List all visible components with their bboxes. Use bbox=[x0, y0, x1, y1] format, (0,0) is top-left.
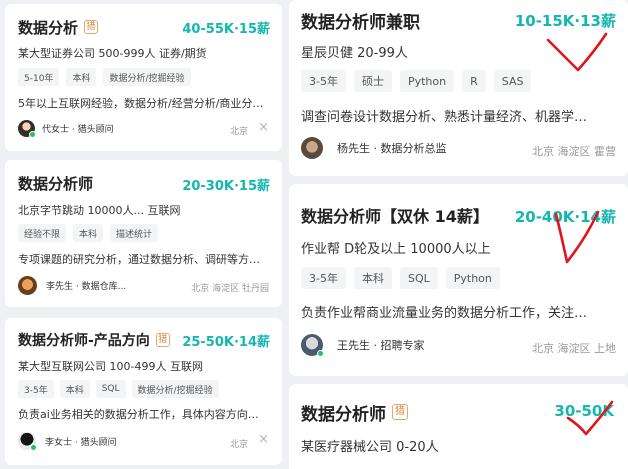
recruiter[interactable]: 代女士 · 猎头顾问 bbox=[18, 120, 114, 138]
company-info: 某大型互联网公司 100-499人 互联网 bbox=[18, 360, 203, 373]
job-title-row: 数据分析师-产品方向 猎 bbox=[18, 329, 170, 351]
recruiter-name: 李女士 · 猎头顾问 bbox=[45, 437, 117, 448]
recruiter-name: 杨先生 · 数据分析总监 bbox=[337, 142, 447, 155]
job-title: 数据分析师-产品方向 bbox=[18, 333, 150, 349]
job-tag: 3-5年 bbox=[18, 380, 54, 398]
job-title: 数据分析 bbox=[18, 18, 79, 37]
online-status-dot bbox=[29, 131, 36, 138]
job-tag: 5-10年 bbox=[18, 68, 60, 86]
job-tags: 经验不限 本科 描述统计 bbox=[18, 224, 159, 242]
job-tag: 数据分析/挖掘经验 bbox=[131, 380, 219, 398]
job-tags: 3-5年 本科 SQL 数据分析/挖掘经验 bbox=[18, 380, 219, 398]
salary: 25-50K·14薪 bbox=[182, 335, 270, 350]
company-info: 作业帮 D轮及以上 10000人以上 bbox=[301, 242, 491, 257]
avatar bbox=[18, 276, 37, 295]
job-title-row: 数据分析 猎 bbox=[18, 16, 99, 38]
job-location: 北京 海淀区 上地 bbox=[532, 342, 616, 355]
job-tag: R bbox=[462, 70, 486, 92]
job-location: 北京 bbox=[229, 127, 248, 137]
job-tag: 经验不限 bbox=[18, 224, 67, 242]
recruiter[interactable]: 李女士 · 猎头顾问 bbox=[18, 432, 117, 451]
job-tags: 3-5年 硕士 Python R SAS bbox=[301, 70, 532, 92]
salary: 20-30K·15薪 bbox=[182, 179, 270, 194]
job-description: 调查问卷设计数据分析、熟悉计量经济、机器学… bbox=[301, 110, 588, 125]
job-description: 负责ai业务相关的数据分析工作，具体内容方向… bbox=[18, 408, 259, 421]
job-tag: 3-5年 bbox=[301, 70, 346, 92]
job-tag: Python bbox=[445, 267, 500, 289]
salary: 20-40K·14薪 bbox=[514, 208, 616, 226]
job-tags: 3-5年 本科 SQL Python bbox=[301, 267, 500, 289]
avatar bbox=[18, 120, 36, 138]
avatar bbox=[18, 432, 37, 451]
recruiter-name: 代女士 · 猎头顾问 bbox=[42, 125, 114, 135]
job-tag: SQL bbox=[399, 267, 438, 289]
job-card[interactable]: 数据分析师-产品方向 猎 25-50K·14薪 某大型互联网公司 100-499… bbox=[5, 318, 282, 465]
job-card[interactable]: 数据分析师兼职 10-15K·13薪 星辰贝健 20-99人 3-5年 硕士 P… bbox=[289, 0, 628, 176]
company-info: 北京字节跳动 10000人... 互联网 bbox=[18, 204, 181, 217]
recruiter[interactable]: 杨先生 · 数据分析总监 bbox=[301, 137, 447, 159]
job-description: 5年以上互联网经验，数据分析/经营分析/商业分… bbox=[18, 97, 264, 110]
company-info: 星辰贝健 20-99人 bbox=[301, 46, 408, 61]
salary: 10-15K·13薪 bbox=[514, 12, 616, 30]
avatar bbox=[301, 137, 323, 159]
job-title: 数据分析师兼职 bbox=[301, 12, 420, 33]
job-tags: 5-10年 本科 数据分析/挖掘经验 bbox=[18, 68, 191, 86]
headhunter-badge: 猎 bbox=[155, 333, 170, 347]
recruiter-name: 李先生 · 数据仓库... bbox=[46, 282, 127, 292]
job-title: 数据分析师 bbox=[301, 404, 386, 425]
job-title: 数据分析师【双休 14薪】 bbox=[301, 207, 489, 226]
online-status-dot bbox=[317, 350, 324, 357]
salary: 30-50K bbox=[554, 402, 614, 420]
job-tag: 本科 bbox=[59, 380, 90, 398]
avatar bbox=[301, 334, 324, 357]
headhunter-badge: 猎 bbox=[84, 20, 99, 34]
job-location: 北京 海淀区 霍营 bbox=[532, 145, 616, 158]
job-title: 数据分析师 bbox=[18, 174, 94, 193]
company-info: 某大型证券公司 500-999人 证券/期货 bbox=[18, 47, 207, 60]
recruiter-name: 王先生 · 招聘专家 bbox=[337, 339, 425, 352]
job-card[interactable]: 数据分析师 20-30K·15薪 北京字节跳动 10000人... 互联网 经验… bbox=[5, 160, 282, 307]
salary: 40-55K·15薪 bbox=[182, 22, 270, 37]
job-card[interactable]: 数据分析师 猎 30-50K 某医疗器械公司 0-20人 bbox=[289, 384, 628, 469]
close-icon[interactable]: × bbox=[258, 120, 269, 135]
job-tag: 本科 bbox=[66, 68, 97, 86]
job-card[interactable]: 数据分析 猎 40-55K·15薪 某大型证券公司 500-999人 证券/期货… bbox=[5, 4, 282, 151]
recruiter[interactable]: 王先生 · 招聘专家 bbox=[301, 334, 425, 357]
online-status-dot bbox=[30, 444, 37, 451]
job-tag: 硕士 bbox=[353, 70, 392, 92]
job-title-row: 数据分析师 bbox=[18, 172, 93, 194]
close-icon[interactable]: × bbox=[258, 432, 269, 447]
job-title-row: 数据分析师 猎 bbox=[301, 400, 408, 425]
job-location: 北京 bbox=[229, 440, 248, 450]
job-tag: SAS bbox=[493, 70, 532, 92]
job-tag: 本科 bbox=[353, 267, 392, 289]
job-card[interactable]: 数据分析师【双休 14薪】 20-40K·14薪 作业帮 D轮及以上 10000… bbox=[289, 184, 628, 376]
job-tag: SQL bbox=[95, 380, 126, 398]
job-tag: 3-5年 bbox=[301, 267, 346, 289]
company-info: 某医疗器械公司 0-20人 bbox=[301, 440, 439, 455]
job-tag: 本科 bbox=[73, 224, 104, 242]
job-description: 负责作业帮商业流量业务的数据分析工作，关注… bbox=[301, 306, 588, 321]
job-title-row: 数据分析师【双休 14薪】 bbox=[301, 203, 489, 227]
job-tag: 数据分析/挖掘经验 bbox=[103, 68, 191, 86]
job-title-row: 数据分析师兼职 bbox=[301, 8, 420, 33]
recruiter[interactable]: 李先生 · 数据仓库... bbox=[18, 276, 126, 295]
headhunter-badge: 猎 bbox=[392, 404, 408, 420]
job-description: 专项课题的研究分析，通过数据分析、调研等方… bbox=[18, 253, 260, 266]
job-location: 北京 海淀区 牡丹园 bbox=[191, 284, 269, 294]
job-tag: 描述统计 bbox=[110, 224, 159, 242]
job-tag: Python bbox=[399, 70, 455, 92]
